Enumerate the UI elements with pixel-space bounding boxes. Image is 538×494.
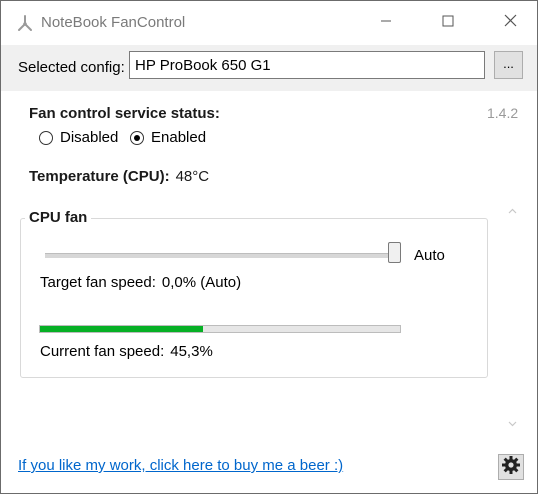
target-speed-value: 0,0% (Auto) xyxy=(161,274,242,291)
service-status-title: Fan control service status: xyxy=(29,105,220,122)
chevron-down-icon xyxy=(508,419,517,430)
config-label: Selected config: xyxy=(18,59,125,76)
version-label: 1.4.2 xyxy=(487,105,519,121)
config-field[interactable]: HP ProBook 650 G1 xyxy=(129,51,485,79)
fan-group-title: CPU fan xyxy=(25,209,92,226)
fan-speed-slider-track[interactable] xyxy=(45,253,395,258)
target-speed-row: Target fan speed: 0,0% (Auto) xyxy=(40,274,241,291)
current-speed-bar xyxy=(39,325,401,333)
vertical-scrollbar[interactable] xyxy=(503,202,521,433)
temperature-label: Temperature (CPU): xyxy=(29,168,170,185)
cpu-fan-group: CPU fan Auto Target fan speed: 0,0% (Auto… xyxy=(20,209,488,378)
gear-icon xyxy=(501,455,521,480)
chevron-up-icon xyxy=(508,206,517,217)
fan-icon xyxy=(15,13,35,33)
current-speed-label: Current fan speed: xyxy=(40,343,165,360)
temperature-value: 48°C xyxy=(175,168,210,185)
main-window: NoteBook FanControl Selected config: HP … xyxy=(0,0,538,494)
radio-disabled[interactable]: Disabled xyxy=(39,129,118,146)
main-content: 1.4.2 Fan control service status: Disabl… xyxy=(1,91,537,493)
minimize-icon xyxy=(380,14,392,32)
close-icon xyxy=(504,14,517,32)
close-button[interactable] xyxy=(487,1,533,45)
current-speed-bar-fill xyxy=(40,326,204,332)
maximize-icon xyxy=(442,14,454,32)
donate-link[interactable]: If you like my work, click here to buy m… xyxy=(18,457,343,474)
title-bar[interactable]: NoteBook FanControl xyxy=(1,1,537,45)
minimize-button[interactable] xyxy=(363,1,409,45)
slider-auto-label: Auto xyxy=(414,247,445,264)
current-speed-value: 45,3% xyxy=(170,343,213,360)
scroll-up-button[interactable] xyxy=(503,202,521,220)
maximize-button[interactable] xyxy=(425,1,471,45)
radio-enabled-label: Enabled xyxy=(151,129,207,146)
radio-enabled[interactable]: Enabled xyxy=(130,129,206,146)
radio-enabled-circle[interactable] xyxy=(130,130,144,145)
scroll-down-button[interactable] xyxy=(503,415,521,433)
config-bar: Selected config: HP ProBook 650 G1 ... xyxy=(1,45,537,91)
window-title: NoteBook FanControl xyxy=(41,14,186,31)
target-speed-label: Target fan speed: xyxy=(40,274,156,291)
radio-disabled-label: Disabled xyxy=(60,129,119,146)
temperature-row: Temperature (CPU): 48°C xyxy=(29,168,209,185)
browse-config-button[interactable]: ... xyxy=(494,51,523,79)
radio-disabled-circle[interactable] xyxy=(39,130,53,145)
settings-button[interactable] xyxy=(498,454,524,480)
current-speed-row: Current fan speed: 45,3% xyxy=(40,343,213,360)
fan-speed-slider-thumb[interactable] xyxy=(388,242,401,263)
